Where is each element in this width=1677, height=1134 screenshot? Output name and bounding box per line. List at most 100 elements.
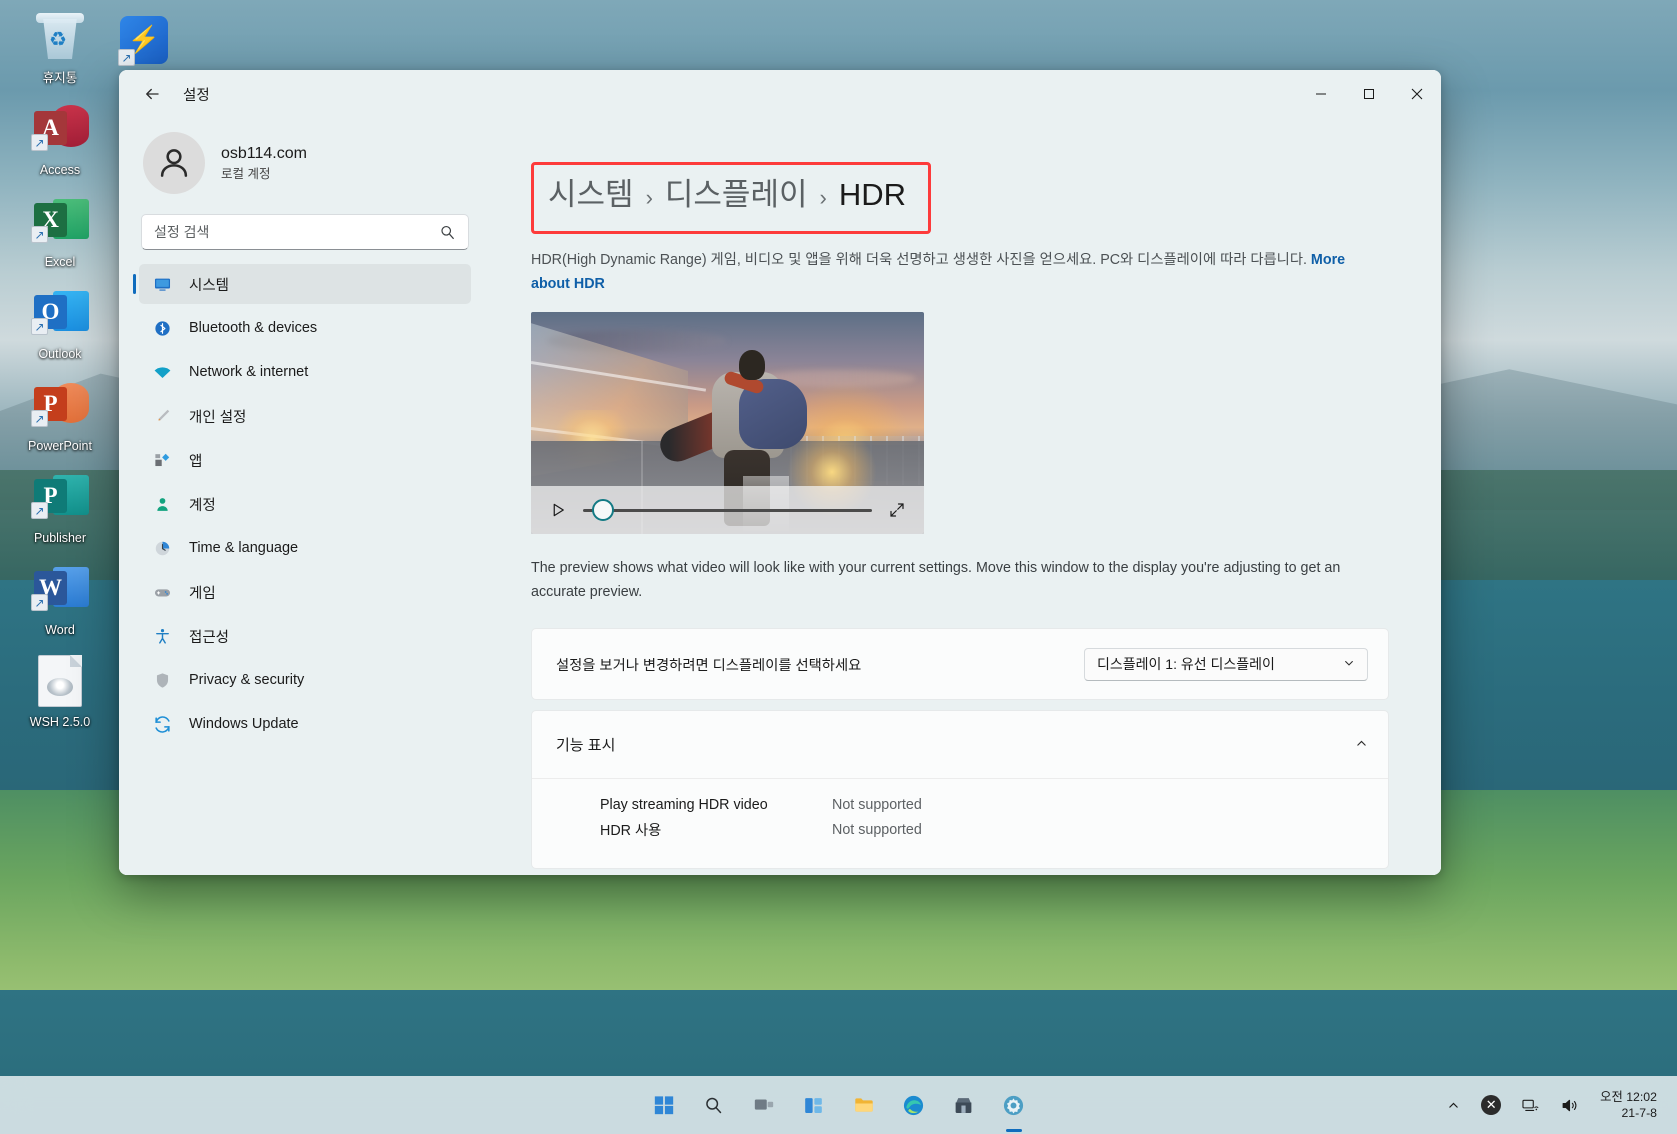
profile-section[interactable]: osb114.com 로컬 계정 bbox=[137, 118, 473, 214]
seek-thumb[interactable] bbox=[592, 499, 614, 521]
display-select-dropdown[interactable]: 디스플레이 1: 유선 디스플레이 bbox=[1084, 648, 1368, 681]
shortcut-arrow-icon: ↗ bbox=[31, 410, 48, 427]
seek-slider[interactable] bbox=[583, 499, 872, 521]
tray-network-button[interactable] bbox=[1516, 1087, 1545, 1123]
capability-value: Not supported bbox=[832, 797, 922, 813]
breadcrumb-item-system[interactable]: 시스템 bbox=[548, 175, 634, 215]
desktop-icon-outlook[interactable]: O ↗ Outlook bbox=[8, 287, 112, 361]
chevron-up-icon[interactable] bbox=[1355, 737, 1368, 753]
profile-name: osb114.com bbox=[221, 144, 307, 164]
sidebar-item-system[interactable]: 시스템 bbox=[139, 264, 471, 304]
sidebar-item-privacy-security[interactable]: Privacy & security bbox=[139, 660, 471, 700]
desktop-icon-label: Access bbox=[8, 163, 112, 177]
taskbar-store-button[interactable] bbox=[943, 1084, 985, 1126]
desktop-icon-word[interactable]: W ↗ Word bbox=[8, 563, 112, 637]
powerpoint-icon: P ↗ bbox=[31, 379, 89, 435]
sidebar-item-network-internet[interactable]: Network & internet bbox=[139, 352, 471, 392]
tray-clock[interactable]: 오전 12:02 21-7-8 bbox=[1594, 1089, 1663, 1121]
sidebar-item-time-language[interactable]: Time & language bbox=[139, 528, 471, 568]
sidebar-item-label: 게임 bbox=[189, 582, 216, 603]
sidebar: osb114.com 로컬 계정 bbox=[119, 118, 491, 875]
folder-icon bbox=[853, 1094, 875, 1116]
capability-value: Not supported bbox=[832, 822, 922, 838]
shortcut-arrow-icon: ↗ bbox=[31, 502, 48, 519]
sidebar-item-bluetooth-devices[interactable]: Bluetooth & devices bbox=[139, 308, 471, 348]
sidebar-item-accounts[interactable]: 계정 bbox=[139, 484, 471, 524]
personalization-icon bbox=[151, 405, 173, 427]
sidebar-item-apps[interactable]: 앱 bbox=[139, 440, 471, 480]
fullscreen-icon[interactable] bbox=[886, 499, 908, 521]
taskbar-settings-button[interactable] bbox=[993, 1084, 1035, 1126]
person-icon bbox=[155, 144, 193, 182]
taskbar-task-view-button[interactable] bbox=[743, 1084, 785, 1126]
sidebar-item-gaming[interactable]: 게임 bbox=[139, 572, 471, 612]
taskbar-start-button[interactable] bbox=[643, 1084, 685, 1126]
accessibility-icon bbox=[151, 625, 173, 647]
seek-track bbox=[583, 509, 872, 512]
sidebar-nav: 시스템 Bluetooth & devices bbox=[137, 264, 473, 744]
desktop-icon-label: Excel bbox=[8, 255, 112, 269]
recycle-bin-icon: ♻ bbox=[31, 11, 89, 67]
edge-icon bbox=[902, 1094, 925, 1117]
sidebar-item-accessibility[interactable]: 접근성 bbox=[139, 616, 471, 656]
desktop-icon-powerpoint[interactable]: P ↗ PowerPoint bbox=[8, 379, 112, 453]
system-icon bbox=[151, 273, 173, 295]
sidebar-item-label: 접근성 bbox=[189, 626, 229, 647]
volume-icon bbox=[1560, 1096, 1579, 1115]
apps-icon bbox=[151, 449, 173, 471]
desktop-icon-wsh[interactable]: WSH 2.5.0 bbox=[8, 655, 112, 729]
shortcut-arrow-icon: ↗ bbox=[31, 594, 48, 611]
access-icon: A ↗ bbox=[31, 103, 89, 159]
minimize-button[interactable] bbox=[1297, 70, 1345, 118]
search-icon bbox=[438, 223, 456, 241]
breadcrumb-item-display[interactable]: 디스플레이 bbox=[665, 175, 808, 215]
taskbar-center-group bbox=[643, 1084, 1035, 1126]
sidebar-item-label: 개인 설정 bbox=[189, 406, 246, 427]
search-icon bbox=[703, 1095, 724, 1116]
bluetooth-icon bbox=[151, 317, 173, 339]
update-icon bbox=[151, 713, 173, 735]
desktop-icon-publisher[interactable]: P ↗ Publisher bbox=[8, 471, 112, 545]
sidebar-item-label: 시스템 bbox=[189, 274, 229, 295]
sidebar-item-label: Network & internet bbox=[189, 364, 308, 380]
shortcut-arrow-icon: ↗ bbox=[31, 318, 48, 335]
tray-expand-button[interactable] bbox=[1440, 1087, 1466, 1123]
desktop-icon-excel[interactable]: X ↗ Excel bbox=[8, 195, 112, 269]
profile-subtitle: 로컬 계정 bbox=[221, 165, 307, 183]
capabilities-card: 기능 표시 Play streaming HDR video Not suppo… bbox=[531, 710, 1389, 869]
sidebar-item-personalization[interactable]: 개인 설정 bbox=[139, 396, 471, 436]
taskbar-widgets-button[interactable] bbox=[793, 1084, 835, 1126]
file-icon bbox=[31, 655, 89, 711]
desktop-icon-label: Word bbox=[8, 623, 112, 637]
search-input[interactable] bbox=[154, 224, 438, 240]
tray-date: 21-7-8 bbox=[1600, 1105, 1657, 1121]
desktop-icon-pinned-app[interactable]: ⚡ ↗ bbox=[120, 16, 168, 64]
taskbar-file-explorer-button[interactable] bbox=[843, 1084, 885, 1126]
back-button[interactable] bbox=[135, 77, 169, 111]
play-icon[interactable] bbox=[547, 499, 569, 521]
window-body: osb114.com 로컬 계정 bbox=[119, 118, 1441, 875]
tray-alert-button[interactable]: ✕ bbox=[1476, 1087, 1506, 1123]
close-button[interactable] bbox=[1393, 70, 1441, 118]
desktop-icon-label: WSH 2.5.0 bbox=[8, 715, 112, 729]
capabilities-header[interactable]: 기능 표시 bbox=[532, 711, 1388, 779]
tray-volume-button[interactable] bbox=[1555, 1087, 1584, 1123]
hdr-video-preview[interactable] bbox=[531, 312, 924, 534]
display-select-card: 설정을 보거나 변경하려면 디스플레이를 선택하세요 디스플레이 1: 유선 디… bbox=[531, 628, 1389, 700]
search-box[interactable] bbox=[141, 214, 469, 250]
sidebar-item-windows-update[interactable]: Windows Update bbox=[139, 704, 471, 744]
desktop-icon-recycle-bin[interactable]: ♻ 휴지통 bbox=[8, 11, 112, 85]
tray-time: 오전 12:02 bbox=[1600, 1089, 1657, 1105]
capability-row: Play streaming HDR video Not supported bbox=[600, 797, 1364, 813]
maximize-button[interactable] bbox=[1345, 70, 1393, 118]
word-icon: W ↗ bbox=[31, 563, 89, 619]
sidebar-item-label: Time & language bbox=[189, 540, 298, 556]
task-view-icon bbox=[753, 1094, 775, 1116]
capability-name: Play streaming HDR video bbox=[600, 797, 832, 813]
taskbar-edge-button[interactable] bbox=[893, 1084, 935, 1126]
window-controls bbox=[1297, 70, 1441, 118]
taskbar-search-button[interactable] bbox=[693, 1084, 735, 1126]
desktop-icon-access[interactable]: A ↗ Access bbox=[8, 103, 112, 177]
excel-icon: X ↗ bbox=[31, 195, 89, 251]
shortcut-arrow-icon: ↗ bbox=[118, 49, 135, 66]
